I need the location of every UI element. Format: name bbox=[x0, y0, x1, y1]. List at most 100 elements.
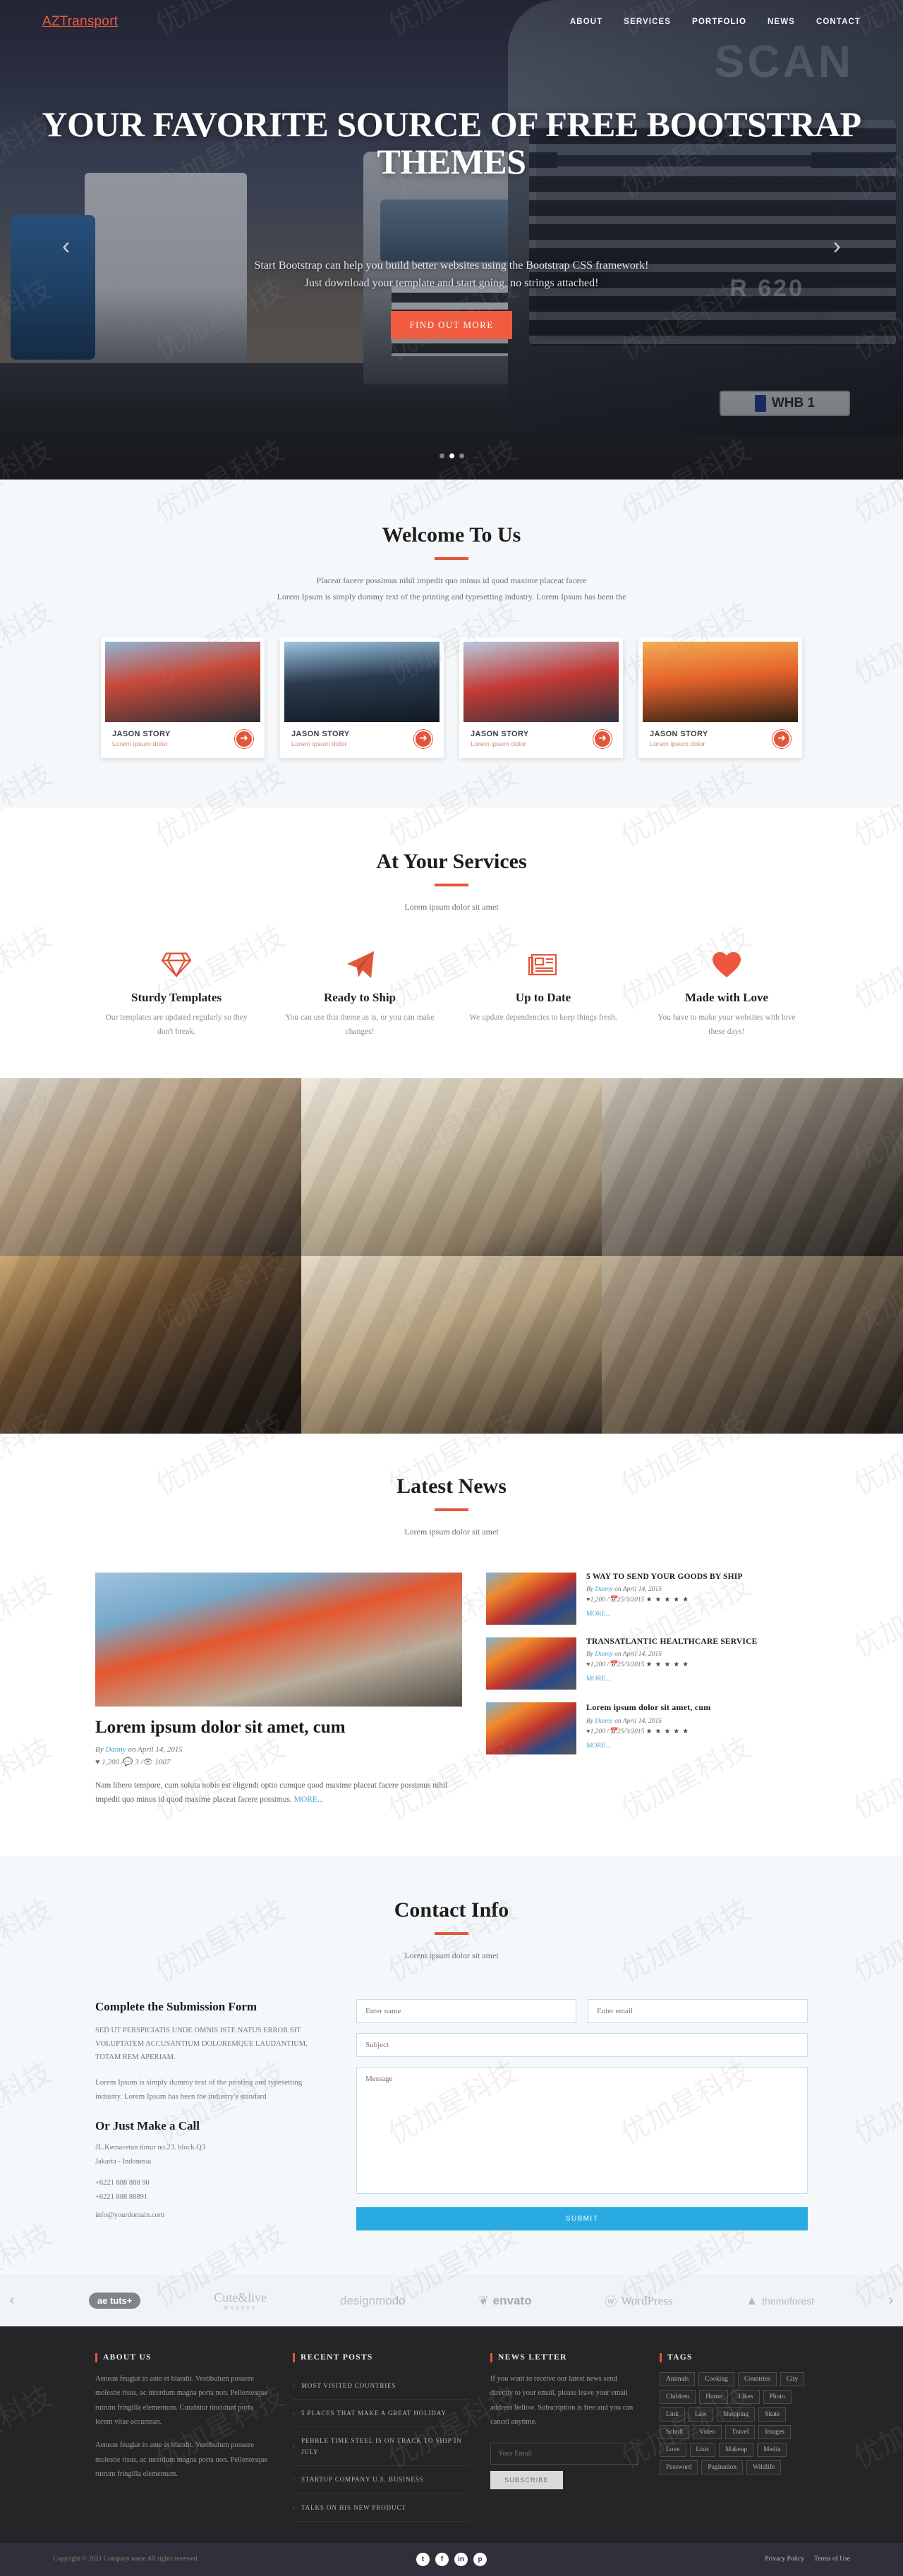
newsletter-email-input[interactable] bbox=[490, 2443, 638, 2465]
featured-article-image[interactable] bbox=[95, 1573, 462, 1707]
tag-item[interactable]: Lists bbox=[689, 2442, 716, 2457]
portfolio-tile[interactable] bbox=[301, 1078, 602, 1257]
news-item-meta: By Danny on April 14, 2015 ♥1,200 /📅25/3… bbox=[586, 1718, 689, 1736]
pinterest-icon[interactable]: p bbox=[473, 2552, 487, 2566]
tag-item[interactable]: Photo bbox=[763, 2389, 792, 2404]
subject-input[interactable] bbox=[356, 2032, 808, 2057]
submit-button[interactable]: SUBMIT bbox=[356, 2206, 808, 2230]
tag-item[interactable]: Scholl bbox=[660, 2424, 690, 2439]
tag-item[interactable]: Makeup bbox=[719, 2442, 754, 2457]
news-item-more-link[interactable]: MORE... bbox=[586, 1742, 611, 1750]
news-item-title[interactable]: TRANSATLANTIC HEALTHCARE SERVICE bbox=[586, 1637, 757, 1646]
welcome-card[interactable]: JASON STORY Lorem ipsum dolor ➜ bbox=[638, 637, 802, 758]
tag-item[interactable]: Home bbox=[699, 2389, 729, 2404]
carousel-prev-arrow[interactable]: ‹ bbox=[62, 233, 70, 260]
tag-item[interactable]: Skate bbox=[758, 2407, 787, 2422]
brand-designmodo[interactable]: designmodo bbox=[340, 2294, 406, 2308]
featured-article-title[interactable]: Lorem ipsum dolor sit amet, cum bbox=[95, 1718, 462, 1738]
portfolio-tile[interactable] bbox=[602, 1078, 903, 1257]
arrow-circle-right-icon[interactable]: ➜ bbox=[235, 729, 253, 748]
portfolio-tile[interactable] bbox=[0, 1256, 301, 1434]
tag-item[interactable]: Link bbox=[660, 2407, 685, 2422]
portfolio-tile[interactable] bbox=[0, 1078, 301, 1257]
welcome-card[interactable]: JASON STORY Lorem ipsum dolor ➜ bbox=[101, 637, 265, 758]
tag-item[interactable]: Animals bbox=[660, 2371, 696, 2386]
carousel-next-arrow[interactable]: › bbox=[833, 233, 841, 260]
card-title: JASON STORY bbox=[650, 729, 708, 738]
tag-item[interactable]: Media bbox=[757, 2442, 787, 2457]
brand-cute[interactable]: Cute&live MARKET bbox=[214, 2290, 267, 2311]
linkedin-icon[interactable]: in bbox=[454, 2552, 468, 2566]
privacy-policy-link[interactable]: Privacy Policy bbox=[765, 2556, 804, 2563]
featured-more-link[interactable]: MORE... bbox=[294, 1795, 324, 1804]
portfolio-tile[interactable] bbox=[301, 1256, 602, 1434]
brands-prev-arrow[interactable]: ‹ bbox=[0, 2293, 24, 2309]
twitter-icon[interactable]: t bbox=[416, 2552, 430, 2566]
tag-item[interactable]: Love bbox=[660, 2442, 686, 2457]
footer-recent-item[interactable]: › MOST VISITED COUNTRIES bbox=[293, 2372, 469, 2400]
news-list-item[interactable]: Lorem ipsum dolor sit amet, cum By Danny… bbox=[486, 1702, 808, 1755]
footer-recent-item[interactable]: › STARTUP COMPANY U.S. BUSINESS bbox=[293, 2466, 469, 2494]
nav-item-about[interactable]: ABOUT bbox=[570, 18, 602, 26]
nav-item-news[interactable]: NEWS bbox=[768, 18, 795, 26]
tag-item[interactable]: Video bbox=[693, 2424, 722, 2439]
tag-item[interactable]: Travel bbox=[725, 2424, 756, 2439]
nav-item-services[interactable]: SERVICES bbox=[624, 18, 671, 26]
service-item: Sturdy Templates Our templates are updat… bbox=[85, 948, 268, 1039]
news-item-more-link[interactable]: MORE... bbox=[586, 1611, 611, 1618]
footer-recent-item[interactable]: › PEBBLE TIME STEEL IS ON TRACK TO SHIP … bbox=[293, 2427, 469, 2467]
carousel-dot-2[interactable] bbox=[449, 453, 454, 458]
services-list: Sturdy Templates Our templates are updat… bbox=[85, 948, 818, 1039]
news-item-title[interactable]: 5 WAY TO SEND YOUR GOODS BY SHIP bbox=[586, 1573, 743, 1581]
author-link[interactable]: Danny bbox=[595, 1651, 612, 1658]
by-prefix: By bbox=[95, 1745, 104, 1754]
tag-item[interactable]: Cooking bbox=[698, 2371, 734, 2386]
tag-item[interactable]: City bbox=[780, 2371, 805, 2386]
tag-item[interactable]: Shopping bbox=[716, 2407, 756, 2422]
welcome-card[interactable]: JASON STORY Lorem ipsum dolor ➜ bbox=[280, 637, 444, 758]
footer-recent-item[interactable]: › TALKS ON HIS NEW PRODUCT bbox=[293, 2494, 469, 2522]
facebook-icon[interactable]: f bbox=[435, 2552, 449, 2566]
arrow-circle-right-icon[interactable]: ➜ bbox=[414, 729, 432, 748]
arrow-circle-right-icon[interactable]: ➜ bbox=[593, 729, 612, 748]
welcome-card[interactable]: JASON STORY Lorem ipsum dolor ➜ bbox=[459, 637, 623, 758]
news-list-item[interactable]: TRANSATLANTIC HEALTHCARE SERVICE By Dann… bbox=[486, 1637, 808, 1690]
call-heading: Or Just Make a Call bbox=[95, 2119, 200, 2133]
tag-item[interactable]: Countries bbox=[737, 2371, 777, 2386]
portfolio-tile[interactable] bbox=[602, 1256, 903, 1434]
brand-envato[interactable]: ❦ envato bbox=[478, 2294, 531, 2308]
news-item-thumbnail bbox=[486, 1573, 576, 1625]
author-link[interactable]: Danny bbox=[595, 1586, 612, 1593]
email-input[interactable] bbox=[588, 1998, 808, 2023]
subscribe-button[interactable]: SUBSCRIBE bbox=[490, 2471, 563, 2490]
nav-item-contact[interactable]: CONTACT bbox=[816, 18, 861, 26]
tag-item[interactable]: Law bbox=[688, 2407, 713, 2422]
footer-recent-item[interactable]: › 5 PLACES THAT MAKE A GREAT HOLIDAY bbox=[293, 2400, 469, 2427]
form-row-name-email bbox=[356, 1998, 808, 2023]
author-link[interactable]: Danny bbox=[105, 1745, 126, 1754]
brand-themeforest[interactable]: ▲ themeforest bbox=[746, 2294, 814, 2308]
tag-item[interactable]: Children bbox=[660, 2389, 696, 2404]
carousel-dot-1[interactable] bbox=[439, 453, 444, 458]
contact-email[interactable]: info@yourdomain.com bbox=[95, 2211, 328, 2219]
news-item-more-link[interactable]: MORE... bbox=[586, 1675, 611, 1683]
brand-aetuts[interactable]: ae tuts+ bbox=[88, 2293, 141, 2309]
news-list-item[interactable]: 5 WAY TO SEND YOUR GOODS BY SHIP By Dann… bbox=[486, 1573, 808, 1625]
nav-item-portfolio[interactable]: PORTFOLIO bbox=[692, 18, 746, 26]
name-input[interactable] bbox=[356, 1998, 576, 2023]
tag-item[interactable]: Likes bbox=[732, 2389, 760, 2404]
brand-wordpress[interactable]: ⓦ WordPress bbox=[605, 2292, 672, 2309]
author-link[interactable]: Danny bbox=[595, 1718, 612, 1725]
carousel-dot-3[interactable] bbox=[459, 453, 464, 458]
service-desc: Our templates are updated regularly so t… bbox=[105, 1013, 248, 1036]
terms-of-use-link[interactable]: Terms of Use bbox=[814, 2556, 850, 2563]
arrow-circle-right-icon[interactable]: ➜ bbox=[772, 729, 791, 748]
find-out-more-button[interactable]: FIND OUT MORE bbox=[391, 310, 512, 339]
brand-logo[interactable]: AZTransport bbox=[42, 14, 118, 30]
tag-item[interactable]: Images bbox=[758, 2424, 791, 2439]
news-item-title[interactable]: Lorem ipsum dolor sit amet, cum bbox=[586, 1702, 710, 1713]
brands-next-arrow[interactable]: › bbox=[879, 2293, 903, 2309]
message-textarea[interactable] bbox=[356, 2066, 808, 2194]
contact-address: JL.Kemacetan timur no.23. block.Q3 Jakar… bbox=[95, 2141, 328, 2168]
welcome-subtitle: Placeat facere possimus nihil impedit qu… bbox=[0, 573, 903, 605]
